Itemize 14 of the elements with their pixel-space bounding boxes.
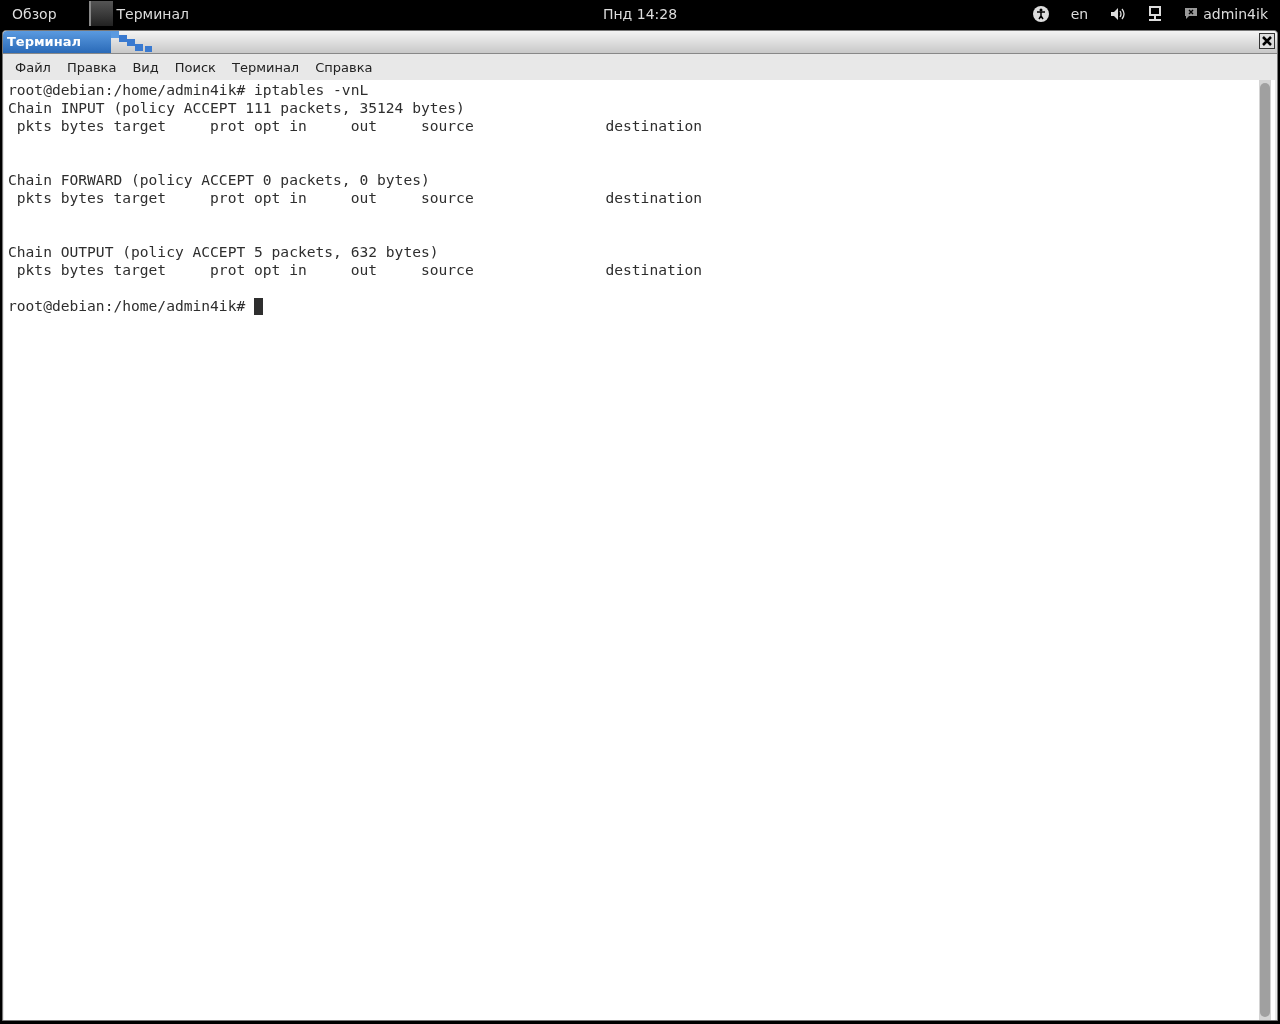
- menu-item[interactable]: Вид: [124, 59, 167, 75]
- activities-button[interactable]: Обзор: [0, 5, 69, 22]
- clock[interactable]: Пнд 14:28: [602, 5, 678, 22]
- terminal-output: root@debian:/home/admin4ik# iptables -vnL Chain INPUT (policy ACCEPT 111 packets, 35124 bytes) pkts bytes target prot opt in out source destination Chain FORWARD (policy ACCEPT 0 packets, 0 bytes) pkts bytes target prot opt in out source destination Chain OUTPUT (policy ACCEPT 5 packets, 632 bytes) pkts bytes target prot opt in out source destination: [8, 81, 704, 280]
- menu-item[interactable]: Поиск: [166, 59, 224, 75]
- shell-prompt: root@debian:/home/admin4ik#: [8, 297, 247, 315]
- app-menu-button[interactable]: Терминал: [88, 0, 189, 27]
- menu-item[interactable]: Файл: [7, 59, 59, 75]
- window-title: Терминал: [3, 31, 111, 53]
- language-indicator[interactable]: en: [1070, 5, 1089, 22]
- menu-item[interactable]: Справка: [307, 59, 381, 75]
- menu-item[interactable]: Терминал: [223, 59, 308, 75]
- menu-item[interactable]: Правка: [58, 59, 125, 75]
- user-menu-button[interactable]: admin4ik: [1184, 5, 1268, 22]
